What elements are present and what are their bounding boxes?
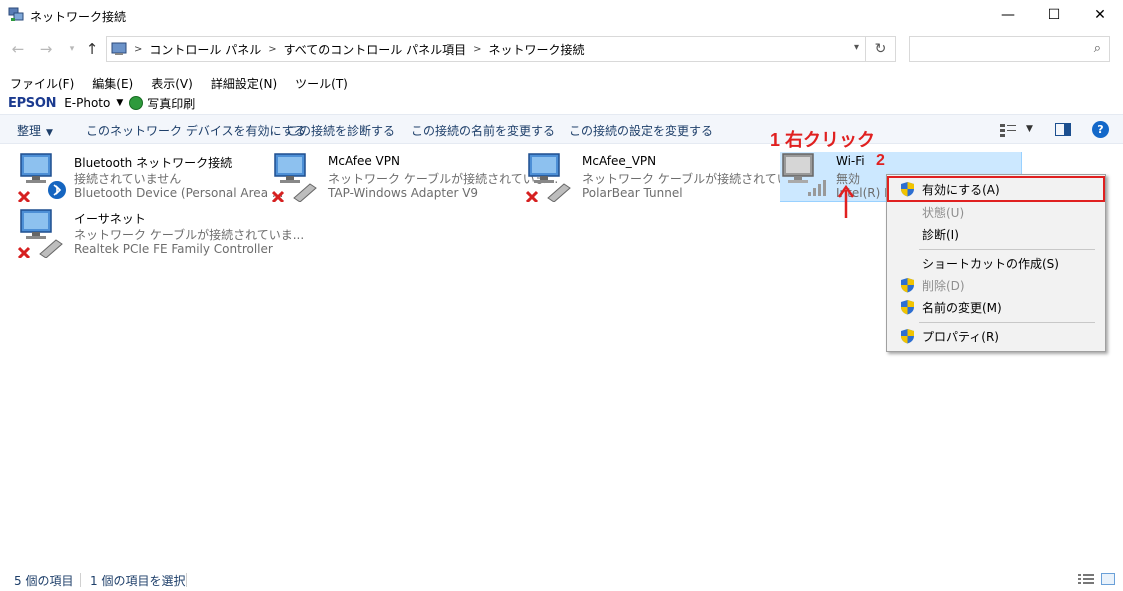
item-count: 5 個の項目 xyxy=(14,574,74,588)
menu-item-properties[interactable]: プロパティ(R) xyxy=(889,325,1103,347)
address-dropdown-chevron-icon[interactable]: ▾ xyxy=(854,42,859,53)
connection-device: Bluetooth Device (Personal Area ... xyxy=(74,186,284,200)
connection-device: Realtek PCIe FE Family Controller xyxy=(74,242,273,256)
ephoto-dropdown-icon[interactable]: ▼ xyxy=(116,98,123,108)
control-panel-icon xyxy=(111,42,127,55)
organize-button[interactable]: 整理 ▼ xyxy=(17,122,53,139)
menu-item-status[interactable]: 状態(U) xyxy=(889,201,1103,223)
help-icon[interactable]: ? xyxy=(1092,121,1109,138)
change-settings-button[interactable]: この接続の設定を変更する xyxy=(569,122,713,139)
photo-print-icon[interactable] xyxy=(129,96,144,110)
menu-item-enable[interactable]: 有効にする(A) xyxy=(887,176,1105,202)
menu-separator xyxy=(919,322,1095,323)
connection-name: McAfee_VPN xyxy=(582,154,657,168)
address-bar[interactable]: > コントロール パネル > すべてのコントロール パネル項目 > ネットワーク… xyxy=(106,36,866,62)
annotation-step1: 1 右クリック xyxy=(770,130,876,150)
connection-name: イーサネット xyxy=(74,212,146,226)
window-title: ネットワーク接続 xyxy=(30,10,127,24)
network-adapter-ethernet-icon xyxy=(526,153,571,202)
menu-tools[interactable]: ツール(T) xyxy=(286,72,357,94)
connection-device: PolarBear Tunnel xyxy=(582,186,683,200)
chevron-down-icon: ▼ xyxy=(46,128,53,138)
network-connections-icon xyxy=(8,7,24,21)
connection-item-mcafee-vpn[interactable]: McAfee VPN ネットワーク ケーブルが接続されていま... TAP-Wi… xyxy=(272,152,558,204)
details-view-icon[interactable] xyxy=(1078,573,1094,585)
connection-name: McAfee VPN xyxy=(328,154,400,168)
status-divider xyxy=(80,573,81,587)
menu-item-label: 有効にする(A) xyxy=(922,182,1000,197)
organize-label: 整理 xyxy=(17,124,42,138)
forward-arrow-icon[interactable]: → xyxy=(36,39,56,59)
connection-item-ethernet[interactable]: イーサネット ネットワーク ケーブルが接続されていま... Realtek PC… xyxy=(18,208,304,260)
annotation-step2: 2 xyxy=(876,152,885,169)
breadcrumb-item-control-panel[interactable]: コントロール パネル xyxy=(149,41,261,58)
network-adapter-bluetooth-icon xyxy=(18,153,66,202)
recent-locations-chevron-icon[interactable]: ▾ xyxy=(62,39,82,59)
menu-separator xyxy=(919,249,1095,250)
epson-toolbar: EPSON E-Photo ▼ 写真印刷 xyxy=(0,94,195,112)
connection-device: TAP-Windows Adapter V9 xyxy=(328,186,479,200)
menu-item-label: ショートカットの作成(S) xyxy=(922,256,1059,271)
menu-item-label: プロパティ(R) xyxy=(922,329,999,344)
address-row: ← → ▾ ↑ > コントロール パネル > すべてのコントロール パネル項目 … xyxy=(0,34,1123,66)
connection-name: Bluetooth ネットワーク接続 xyxy=(74,156,233,170)
close-button[interactable]: ✕ xyxy=(1077,0,1123,30)
view-dropdown-chevron-icon[interactable]: ▼ xyxy=(1026,124,1033,134)
uac-shield-icon xyxy=(901,278,914,293)
uac-shield-icon xyxy=(901,329,914,344)
menu-item-label: 診断(I) xyxy=(922,227,959,242)
status-divider xyxy=(186,573,187,587)
menu-item-label: 名前の変更(M) xyxy=(922,300,1002,315)
ephoto-label[interactable]: E-Photo xyxy=(64,96,110,110)
refresh-icon[interactable]: ↻ xyxy=(866,36,896,62)
breadcrumb: > コントロール パネル > すべてのコントロール パネル項目 > ネットワーク… xyxy=(134,41,585,58)
epson-logo: EPSON xyxy=(8,95,57,111)
uac-shield-icon xyxy=(901,182,914,197)
preview-pane-icon[interactable] xyxy=(1055,123,1071,136)
view-options-icon[interactable] xyxy=(1000,123,1016,137)
connection-status: ネットワーク ケーブルが接続されていま... xyxy=(74,228,305,242)
menu-item-rename[interactable]: 名前の変更(M) xyxy=(889,296,1103,318)
menu-edit[interactable]: 編集(E) xyxy=(83,72,142,94)
menu-view[interactable]: 表示(V) xyxy=(142,72,202,94)
breadcrumb-item-network-connections[interactable]: ネットワーク接続 xyxy=(489,41,585,58)
connection-name: Wi-Fi xyxy=(836,154,865,168)
search-input[interactable]: ⌕ xyxy=(909,36,1110,62)
menu-file[interactable]: ファイル(F) xyxy=(0,72,83,94)
diagnose-button[interactable]: この接続を診断する xyxy=(287,122,395,139)
status-bar: 5 個の項目 1 個の項目を選択 xyxy=(0,568,1123,591)
large-icons-view-icon[interactable] xyxy=(1101,573,1115,585)
enable-device-button[interactable]: このネットワーク デバイスを有効にする xyxy=(86,122,306,139)
command-bar: 整理 ▼ このネットワーク デバイスを有効にする この接続を診断する この接続の名… xyxy=(0,114,1123,144)
up-arrow-icon[interactable]: ↑ xyxy=(82,39,102,59)
annotation-arrow-icon xyxy=(837,184,855,218)
maximize-button[interactable]: ☐ xyxy=(1031,0,1077,30)
connection-item-bluetooth[interactable]: Bluetooth ネットワーク接続 接続されていません Bluetooth D… xyxy=(18,152,283,204)
context-menu: 有効にする(A) 状態(U) 診断(I) ショートカットの作成(S) 削除(D)… xyxy=(886,174,1106,352)
connection-item-mcafee-vpn-2[interactable]: McAfee_VPN ネットワーク ケーブルが接続されていま... PolarB… xyxy=(526,152,812,204)
network-adapter-wifi-icon xyxy=(782,153,826,196)
photo-print-button[interactable]: 写真印刷 xyxy=(147,95,195,112)
menu-item-label: 削除(D) xyxy=(922,278,965,293)
menu-bar: ファイル(F) 編集(E) 表示(V) 詳細設定(N) ツール(T) xyxy=(0,72,357,94)
connection-status: ネットワーク ケーブルが接続されていま... xyxy=(328,172,559,186)
back-arrow-icon[interactable]: ← xyxy=(8,39,28,59)
connection-status: 接続されていません xyxy=(74,172,182,186)
selected-count: 1 個の項目を選択 xyxy=(90,574,186,588)
connection-status: ネットワーク ケーブルが接続されていま... xyxy=(582,172,813,186)
title-bar: ネットワーク接続 — ☐ ✕ xyxy=(0,0,1123,30)
uac-shield-icon xyxy=(901,300,914,315)
search-icon: ⌕ xyxy=(1093,41,1101,56)
menu-item-label: 状態(U) xyxy=(922,205,965,220)
rename-button[interactable]: この接続の名前を変更する xyxy=(411,122,555,139)
breadcrumb-item-all-items[interactable]: すべてのコントロール パネル項目 xyxy=(284,41,467,58)
network-adapter-ethernet-icon xyxy=(272,153,317,202)
minimize-button[interactable]: — xyxy=(985,0,1031,30)
menu-advanced[interactable]: 詳細設定(N) xyxy=(202,72,286,94)
menu-item-diagnose[interactable]: 診断(I) xyxy=(889,223,1103,245)
menu-item-delete[interactable]: 削除(D) xyxy=(889,274,1103,296)
network-adapter-ethernet-icon xyxy=(18,209,63,258)
menu-item-create-shortcut[interactable]: ショートカットの作成(S) xyxy=(889,252,1103,274)
